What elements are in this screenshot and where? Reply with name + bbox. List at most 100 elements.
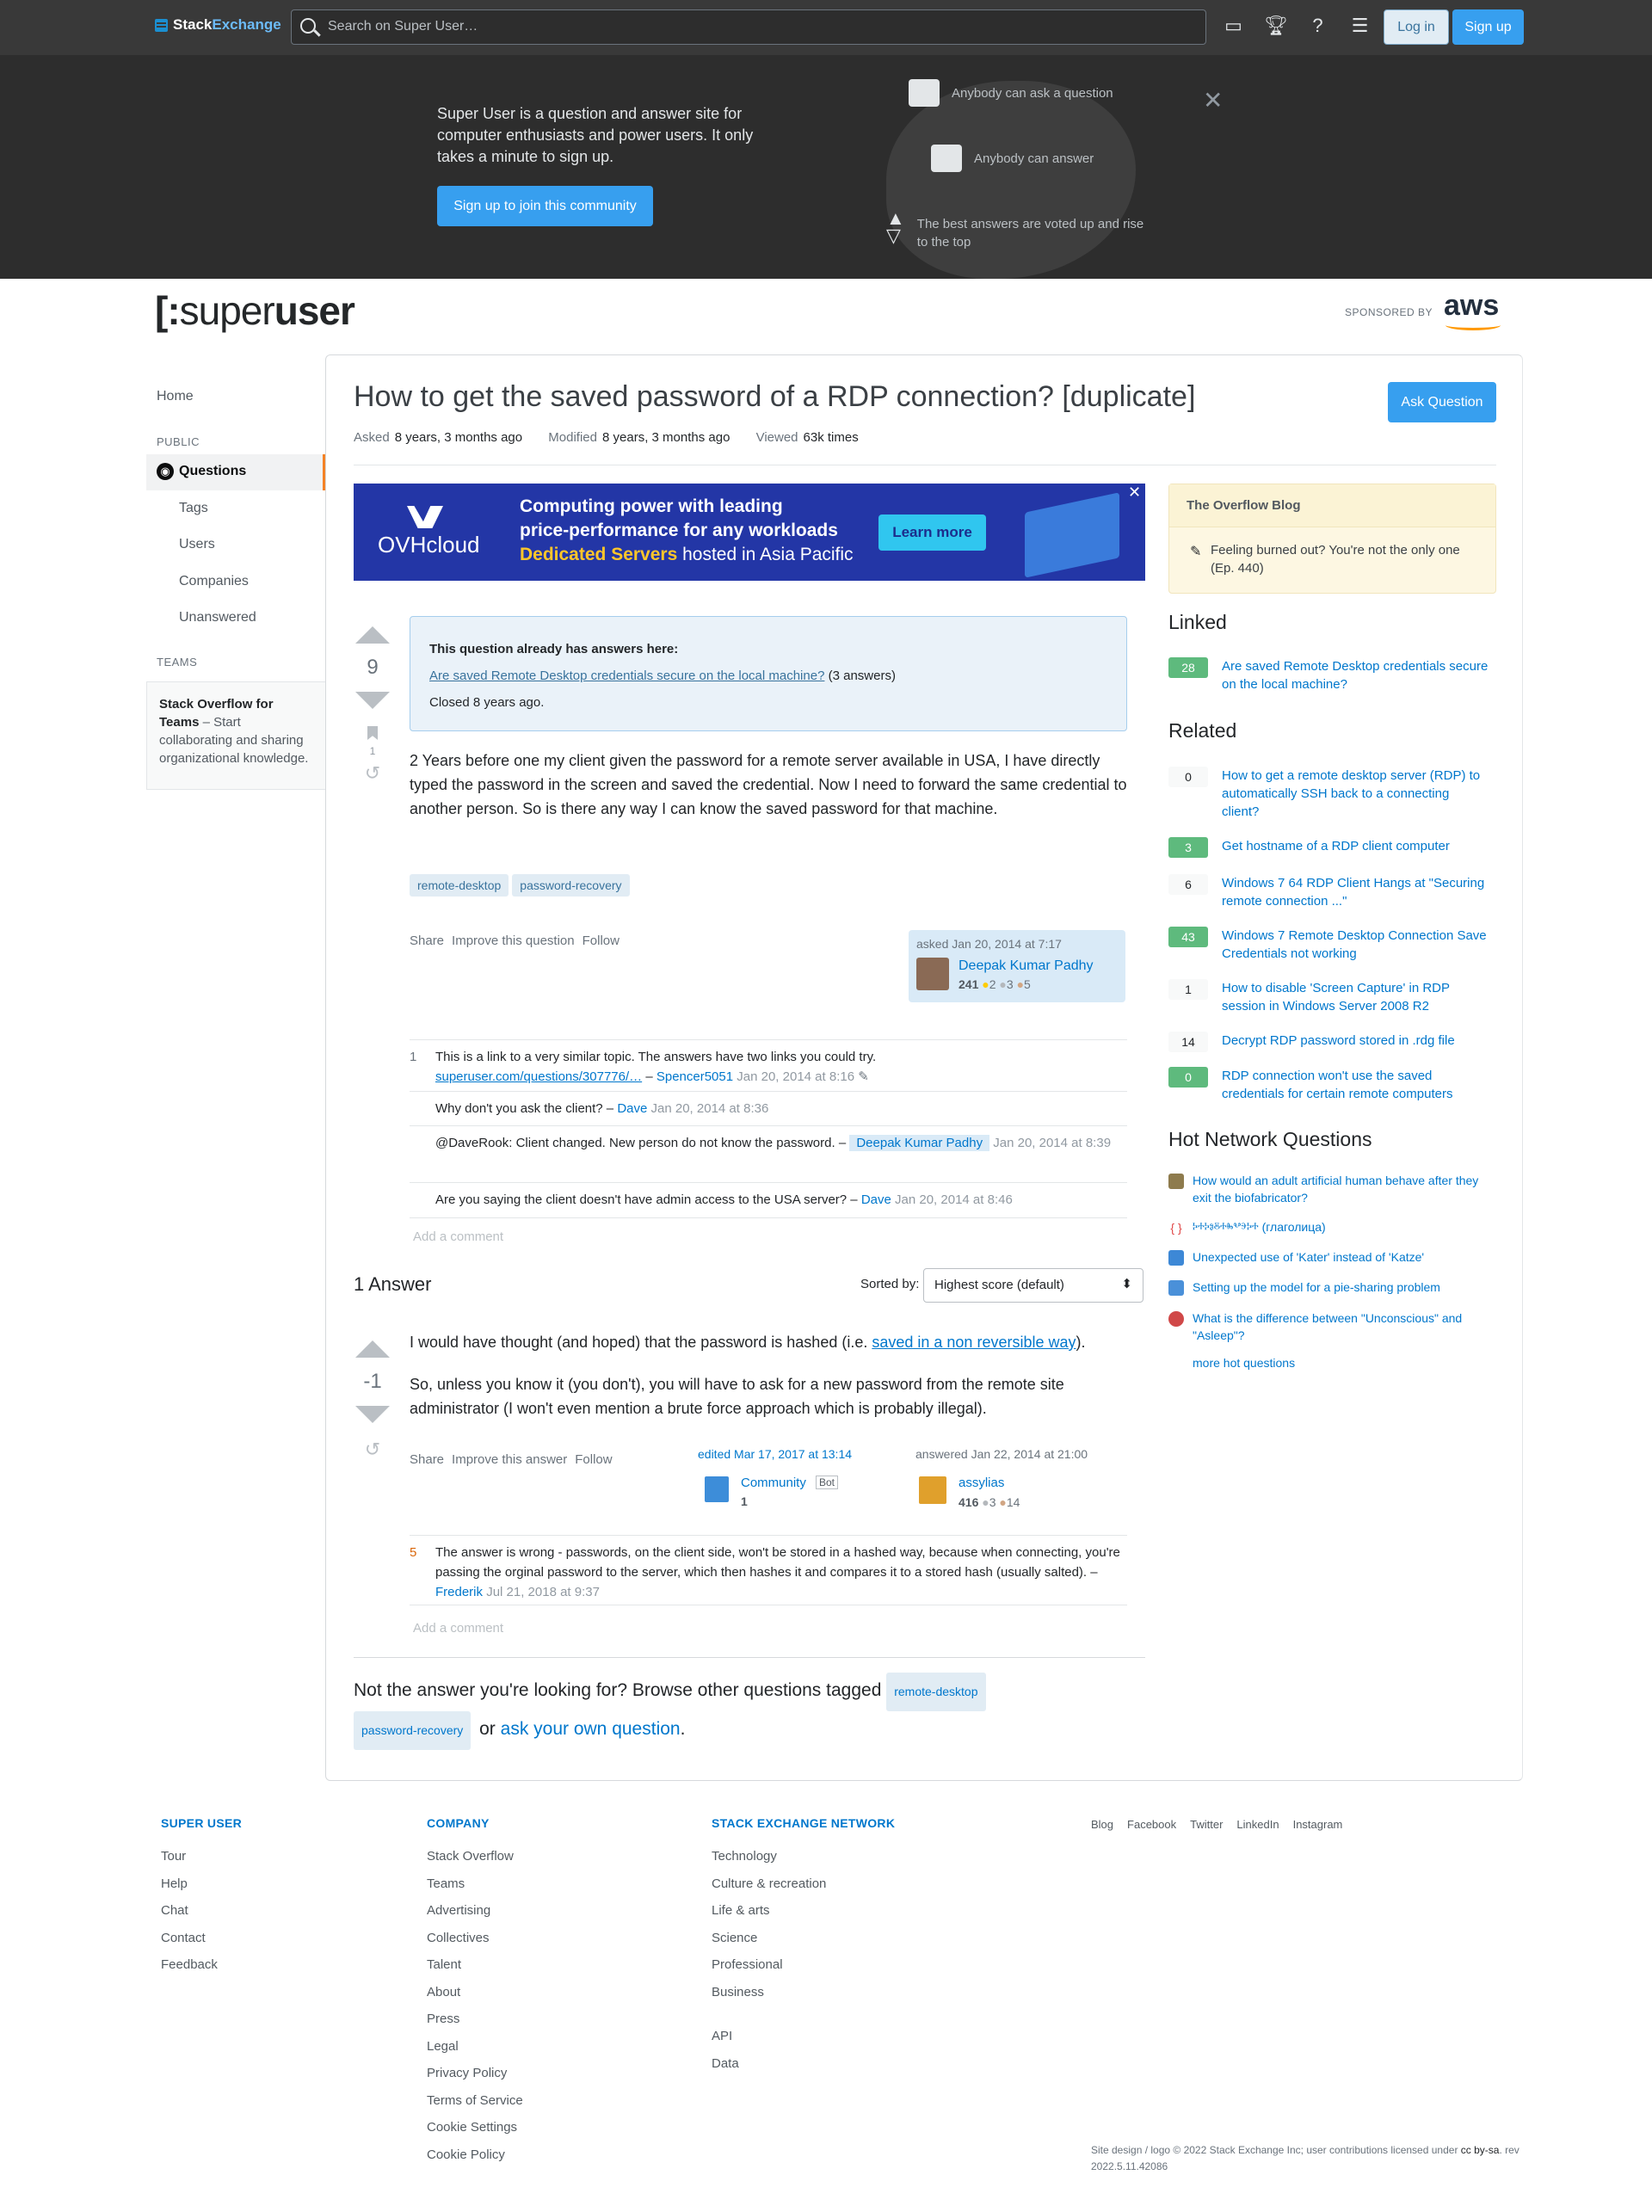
follow-link[interactable]: Follow (583, 933, 620, 948)
upvote-icon[interactable] (355, 626, 390, 644)
nav-home[interactable]: Home (157, 389, 194, 404)
footer-link[interactable]: Help (161, 1876, 188, 1891)
share-link[interactable]: Share (410, 933, 444, 948)
footer-link[interactable]: About (427, 1985, 460, 1999)
edited-date[interactable]: edited Mar 17, 2017 at 13:14 (698, 1447, 852, 1461)
footer-link[interactable]: Terms of Service (427, 2093, 523, 2108)
footer-link[interactable]: Talent (427, 1957, 461, 1972)
achievements-icon[interactable]: 🏆︎ (1264, 14, 1288, 37)
footer-link[interactable]: Science (712, 1931, 757, 1945)
footer-link[interactable]: Business (712, 1985, 764, 1999)
share-link[interactable]: Share (410, 1452, 444, 1467)
signup-button[interactable]: Sign up (1452, 9, 1524, 45)
related-link[interactable]: Windows 7 64 RDP Client Hangs at "Securi… (1222, 874, 1489, 910)
license-link[interactable]: cc by-sa (1461, 2144, 1500, 2156)
hot-question-link[interactable]: ⰽⰰⰽⱁⰻⰰⰸⰲⰵⰽⰰ (глаголица) (1193, 1218, 1494, 1235)
blog-item[interactable]: Feeling burned out? You're not the only … (1211, 541, 1477, 577)
footer-link[interactable]: Cookie Policy (427, 2147, 505, 2162)
ask-own-question-link[interactable]: ask your own question (501, 1719, 681, 1739)
comment-user[interactable]: Spencer5051 (656, 1069, 733, 1084)
hot-question-link[interactable]: Unexpected use of 'Kater' instead of 'Ka… (1193, 1248, 1494, 1266)
stackexchange-logo[interactable]: StackExchange (155, 16, 281, 34)
tag-remote-desktop[interactable]: remote-desktop (886, 1673, 986, 1711)
footer-link[interactable]: Stack Overflow (427, 1849, 514, 1864)
close-icon[interactable]: ✕ (1203, 86, 1223, 114)
footer-link[interactable]: Advertising (427, 1903, 490, 1918)
nav-questions[interactable]: ◉ Questions (146, 454, 325, 490)
hero-signup-button[interactable]: Sign up to join this community (437, 186, 653, 226)
footer-link[interactable]: Contact (161, 1931, 206, 1945)
related-link[interactable]: How to get a remote desktop server (RDP)… (1222, 767, 1489, 821)
footer-link[interactable]: Life & arts (712, 1903, 770, 1918)
search-input[interactable]: Search on Super User… (291, 9, 1206, 45)
footer-link[interactable]: Press (427, 2012, 459, 2026)
nav-tags[interactable]: Tags (179, 501, 208, 516)
comment-user[interactable]: Deepak Kumar Padhy (849, 1135, 990, 1151)
nav-users[interactable]: Users (179, 537, 215, 552)
linked-link[interactable]: Are saved Remote Desktop credentials sec… (1222, 657, 1489, 693)
inbox-icon[interactable]: ▭ (1222, 14, 1245, 37)
more-hot-questions-link[interactable]: more hot questions (1193, 1356, 1295, 1370)
editor-name[interactable]: Community (741, 1476, 806, 1490)
footer-link[interactable]: Cookie Settings (427, 2120, 517, 2135)
footer-link[interactable]: Technology (712, 1849, 777, 1864)
help-icon[interactable]: ? (1306, 14, 1329, 37)
add-comment-link[interactable]: Add a comment (413, 1229, 503, 1244)
footer-link[interactable]: API (712, 2029, 732, 2043)
ask-question-button[interactable]: Ask Question (1388, 382, 1496, 422)
footer-link[interactable]: Chat (161, 1903, 188, 1918)
upvote-icon[interactable] (355, 1340, 390, 1358)
comment-user[interactable]: Dave (861, 1192, 891, 1207)
footer-link[interactable]: Professional (712, 1957, 783, 1972)
ad-close-icon[interactable]: ✕ (1128, 484, 1141, 502)
history-icon[interactable]: ↺ (347, 762, 398, 785)
tag-password-recovery[interactable]: password-recovery (354, 1711, 472, 1750)
footer-heading[interactable]: COMPANY (427, 1816, 523, 1830)
related-link[interactable]: Windows 7 Remote Desktop Connection Save… (1222, 927, 1489, 963)
footer-link[interactable]: Culture & recreation (712, 1876, 826, 1891)
improve-answer-link[interactable]: Improve this answer (452, 1452, 567, 1467)
social-twitter[interactable]: Twitter (1190, 1818, 1223, 1831)
comment-link[interactable]: superuser.com/questions/307776/… (435, 1069, 642, 1084)
footer-link[interactable]: Legal (427, 2039, 459, 2054)
footer-link[interactable]: Collectives (427, 1931, 490, 1945)
downvote-icon[interactable] (355, 1406, 390, 1423)
hot-question-link[interactable]: What is the difference between "Unconsci… (1193, 1309, 1494, 1344)
history-icon[interactable]: ↺ (347, 1439, 398, 1461)
aws-logo[interactable]: aws (1444, 289, 1499, 323)
improve-question-link[interactable]: Improve this question (452, 933, 575, 948)
footer-link[interactable]: Teams (427, 1876, 465, 1891)
footer-heading[interactable]: SUPER USER (161, 1816, 242, 1830)
ovhcloud-ad[interactable]: OVHcloud Computing power with leading pr… (354, 484, 1145, 581)
teams-promo[interactable]: Stack Overflow for Teams – Start collabo… (146, 681, 325, 790)
tag-remote-desktop[interactable]: remote-desktop (410, 874, 509, 897)
follow-link[interactable]: Follow (575, 1452, 612, 1467)
related-link[interactable]: Decrypt RDP password stored in .rdg file (1222, 1032, 1489, 1050)
footer-link[interactable]: Privacy Policy (427, 2066, 507, 2080)
related-link[interactable]: Get hostname of a RDP client computer (1222, 837, 1489, 855)
site-switcher-icon[interactable]: ☰ (1348, 14, 1372, 37)
related-link[interactable]: RDP connection won't use the saved crede… (1222, 1067, 1489, 1103)
social-blog[interactable]: Blog (1091, 1818, 1113, 1831)
bookmark-icon[interactable] (367, 726, 378, 740)
notice-link[interactable]: Are saved Remote Desktop credentials sec… (429, 669, 824, 683)
community-avatar[interactable] (705, 1476, 729, 1502)
avatar[interactable] (919, 1476, 946, 1504)
footer-link[interactable]: Tour (161, 1849, 186, 1864)
avatar[interactable] (916, 958, 949, 990)
edit-icon[interactable]: ✎ (858, 1069, 869, 1084)
social-facebook[interactable]: Facebook (1127, 1818, 1176, 1831)
downvote-icon[interactable] (355, 692, 390, 709)
asker-name[interactable]: Deepak Kumar Padhy (959, 958, 1094, 974)
comment-user[interactable]: Frederik (435, 1585, 483, 1599)
footer-link[interactable]: Data (712, 2056, 739, 2071)
ad-learn-more-button[interactable]: Learn more (878, 514, 986, 551)
superuser-logo[interactable]: [:superuser (155, 287, 355, 334)
answerer-name[interactable]: assylias (959, 1476, 1004, 1490)
login-button[interactable]: Log in (1384, 9, 1449, 45)
hot-question-link[interactable]: Setting up the model for a pie-sharing p… (1193, 1279, 1494, 1296)
hot-question-link[interactable]: How would an adult artificial human beha… (1193, 1172, 1494, 1206)
social-instagram[interactable]: Instagram (1293, 1818, 1343, 1831)
tag-password-recovery[interactable]: password-recovery (512, 874, 630, 897)
nav-companies[interactable]: Companies (179, 574, 249, 589)
